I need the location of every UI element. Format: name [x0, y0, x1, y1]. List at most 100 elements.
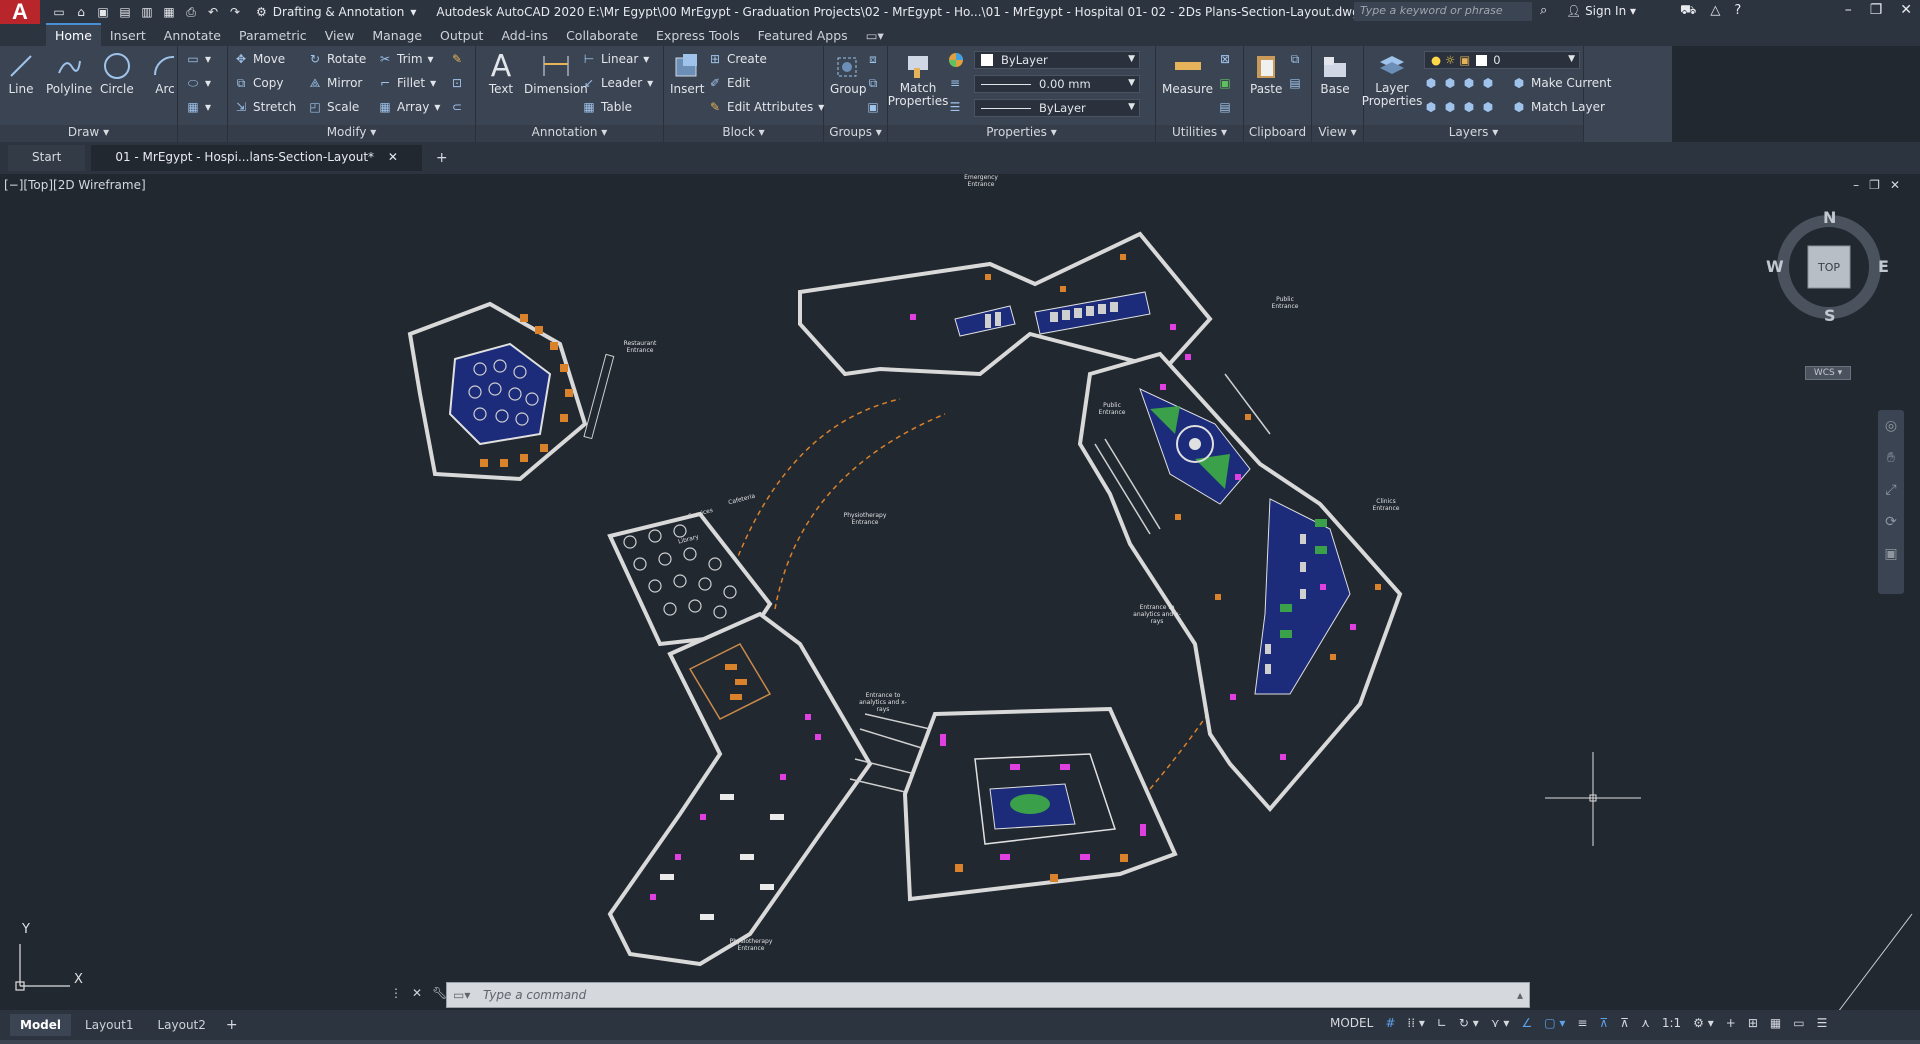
restore-icon[interactable]: ❐	[1870, 2, 1883, 18]
view-panel-title[interactable]: View ▾	[1312, 125, 1363, 142]
close-command-icon[interactable]: ✕	[412, 986, 422, 1000]
group-edit-button[interactable]: ⧉	[866, 76, 880, 90]
draw-panel-title[interactable]: Draw ▾	[0, 125, 177, 142]
save-as-icon[interactable]: ▤	[118, 5, 132, 19]
layer-unlock-icon[interactable]: ⬢	[1481, 100, 1495, 114]
layout-tab-model[interactable]: Model	[10, 1014, 72, 1036]
fillet-button[interactable]: ⌐ Fillet ▾	[378, 76, 436, 90]
autocad-logo-icon[interactable]: A	[0, 0, 40, 24]
pan-icon[interactable]: ✋︎	[1887, 450, 1895, 466]
hatch-button[interactable]: ▦ ▾	[186, 100, 211, 114]
orbit-icon[interactable]: ⟳	[1885, 514, 1897, 530]
layer-thaw-icon[interactable]: ⬢	[1462, 100, 1476, 114]
customization-icon[interactable]: ☰	[1817, 1016, 1828, 1030]
compass-east[interactable]: E	[1878, 257, 1889, 276]
lineweight-dropdown[interactable]: 0.00 mm ▼	[974, 75, 1140, 93]
layer-lock-icon[interactable]: ⬢	[1481, 76, 1495, 90]
quick-properties-icon[interactable]: ▦	[1770, 1016, 1781, 1030]
line-button[interactable]: Line	[6, 50, 36, 96]
annotation-monitor-icon[interactable]: +	[1726, 1016, 1736, 1030]
move-button[interactable]: ✥ Move	[234, 52, 285, 66]
layer-properties-button[interactable]: Layer Properties	[1362, 50, 1422, 108]
properties-panel-title[interactable]: Properties ▾	[888, 125, 1155, 142]
table-button[interactable]: ▦ Table	[582, 100, 632, 114]
rotate-button[interactable]: ↻ Rotate	[308, 52, 366, 66]
stretch-button[interactable]: ⇲ Stretch	[234, 100, 296, 114]
offset-button[interactable]: ⊡	[450, 76, 464, 90]
copy-clip-button[interactable]: ⧉	[1288, 52, 1302, 66]
ribbon-options-icon[interactable]: ▭▾	[857, 25, 893, 46]
command-history-icon[interactable]: ▴	[1517, 988, 1523, 1002]
color-dropdown[interactable]: ByLayer ▼	[974, 51, 1140, 69]
layer-freeze-icon[interactable]: ⬢	[1462, 76, 1476, 90]
layer-isolate-icon[interactable]: ⬢	[1443, 76, 1457, 90]
scale-button[interactable]: ◰ Scale	[308, 100, 359, 114]
command-input[interactable]: ▭▾ Type a command ▴	[446, 982, 1530, 1008]
drawing-tab[interactable]: 01 - MrEgypt - Hospi...lans-Section-Layo…	[91, 145, 422, 171]
close-tab-icon[interactable]: ✕	[388, 150, 398, 164]
ortho-icon[interactable]: ∟	[1437, 1016, 1447, 1030]
trim-button[interactable]: ✂ Trim ▾	[378, 52, 434, 66]
ellipse-button[interactable]: ⬭ ▾	[186, 76, 211, 91]
select-all-button[interactable]: ▣	[1218, 76, 1232, 90]
object-snap-tracking-icon[interactable]: ∠	[1521, 1016, 1532, 1030]
annotation-visibility-icon[interactable]: ⊼	[1599, 1016, 1608, 1030]
drawing-viewport[interactable]: [−][Top][2D Wireframe] – ❐ ✕ Emergency E…	[0, 174, 1920, 1014]
save-icon[interactable]: ▣	[96, 5, 110, 19]
make-current-button[interactable]: ⬢ Make Current	[1512, 76, 1612, 90]
new-tab-icon[interactable]: +	[436, 150, 448, 166]
layout-tab-layout2[interactable]: Layout2	[147, 1014, 215, 1036]
ribbon-tab-view[interactable]: View	[316, 25, 364, 46]
copy-button[interactable]: ⧉ Copy	[234, 76, 284, 91]
cut-button[interactable]: ▤	[1288, 76, 1302, 90]
ribbon-tab-manage[interactable]: Manage	[363, 25, 431, 46]
workspace-gear-icon[interactable]: ⚙ ▾	[1693, 1016, 1714, 1030]
groups-panel-title[interactable]: Groups ▾	[824, 125, 887, 142]
open-file-icon[interactable]: ⌂	[74, 5, 88, 19]
ungroup-button[interactable]: ⧈	[866, 52, 880, 66]
ribbon-tab-collaborate[interactable]: Collaborate	[557, 25, 647, 46]
object-snap-icon[interactable]: ▢ ▾	[1544, 1016, 1565, 1030]
ribbon-tab-annotate[interactable]: Annotate	[155, 25, 230, 46]
sign-in-button[interactable]: 👤︎ Sign In ▾	[1566, 4, 1636, 18]
showmotion-icon[interactable]: ▣	[1884, 546, 1897, 562]
base-button[interactable]: Base	[1320, 50, 1350, 96]
layers-panel-title[interactable]: Layers ▾	[1364, 125, 1583, 142]
ribbon-tab-home[interactable]: Home	[46, 23, 101, 46]
polar-icon[interactable]: ↻ ▾	[1459, 1016, 1479, 1030]
circle-button[interactable]: Circle	[100, 50, 134, 96]
rectangle-button[interactable]: ▭ ▾	[186, 52, 211, 66]
array-button[interactable]: ▦ Array ▾	[378, 100, 440, 114]
leader-button[interactable]: ↙ Leader ▾	[582, 76, 653, 90]
layer-dropdown[interactable]: ● ☼ ▣ 0 ▼	[1424, 51, 1580, 69]
binoculars-icon[interactable]: ⌕	[1540, 3, 1547, 18]
group-button[interactable]: Group	[830, 50, 867, 96]
cart-icon[interactable]: ⛟	[1680, 3, 1696, 20]
match-layer-button[interactable]: ⬢ Match Layer	[1512, 100, 1605, 114]
edit-attributes-button[interactable]: ✎ Edit Attributes ▾	[708, 100, 824, 114]
isodraft-icon[interactable]: ⋎ ▾	[1491, 1016, 1510, 1030]
search-input[interactable]: Type a keyword or phrase	[1354, 2, 1532, 21]
snap-icon[interactable]: ⁞⁞ ▾	[1407, 1016, 1424, 1030]
utilities-panel-title[interactable]: Utilities ▾	[1156, 125, 1243, 142]
ribbon-tab-parametric[interactable]: Parametric	[230, 25, 316, 46]
wcs-menu[interactable]: WCS ▾	[1805, 366, 1851, 380]
erase-button[interactable]: ✎	[450, 52, 464, 66]
insert-button[interactable]: Insert	[670, 50, 704, 96]
ribbon-tab-express-tools[interactable]: Express Tools	[647, 25, 749, 46]
minimize-icon[interactable]: –	[1845, 2, 1852, 18]
workspace-switcher[interactable]: ⚙ Drafting & Annotation ▾	[256, 5, 416, 19]
arc-button[interactable]: Arc	[150, 50, 180, 96]
viewcube-top-face[interactable]: TOP	[1808, 261, 1850, 274]
dimension-button[interactable]: Dimension	[524, 50, 588, 96]
zoom-extents-icon[interactable]: ⤢	[1885, 482, 1896, 498]
clean-screen-icon[interactable]: ▭	[1793, 1016, 1804, 1030]
grip-icon[interactable]: ⋮	[390, 986, 402, 1000]
paste-button[interactable]: Paste	[1250, 50, 1282, 96]
help-icon[interactable]: ?	[1734, 3, 1741, 20]
ribbon-tab-insert[interactable]: Insert	[101, 25, 155, 46]
layout-tab-layout1[interactable]: Layout1	[75, 1014, 143, 1036]
explode-button[interactable]: ⊂	[450, 100, 464, 114]
steering-wheel-icon[interactable]: ◎	[1885, 418, 1897, 434]
add-layout-icon[interactable]: +	[226, 1017, 238, 1033]
